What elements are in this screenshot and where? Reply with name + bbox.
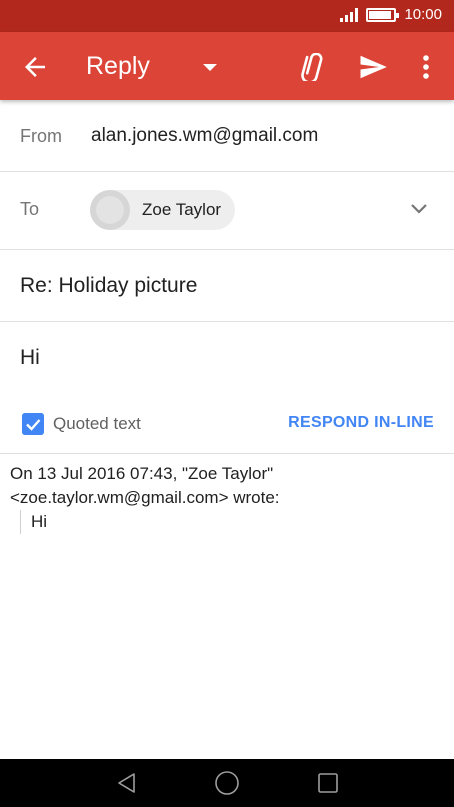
respond-inline-button[interactable]: RESPOND IN-LINE (288, 414, 434, 432)
from-label: From (20, 126, 62, 146)
nav-home-icon[interactable] (214, 770, 240, 796)
page-title: Reply (86, 52, 150, 80)
compose-body[interactable]: Hi (20, 346, 40, 370)
quoted-message: On 13 Jul 2016 07:43, "Zoe Taylor" <zoe.… (10, 462, 280, 534)
app-bar: Reply (0, 32, 454, 100)
recipient-name: Zoe Taylor (142, 200, 222, 219)
from-address[interactable]: alan.jones.wm@gmail.com (91, 125, 318, 147)
chevron-down-icon[interactable] (408, 201, 430, 217)
to-row[interactable]: To Zoe Taylor (0, 172, 454, 250)
status-bar: 10:00 (0, 0, 454, 32)
arrow-back-icon[interactable] (20, 52, 50, 82)
quote-header-line2: <zoe.taylor.wm@gmail.com> wrote: (10, 488, 280, 507)
subject-field[interactable]: Re: Holiday picture (20, 274, 197, 298)
subject-row[interactable]: Re: Holiday picture (0, 250, 454, 322)
status-time: 10:00 (404, 6, 442, 23)
signal-icon (340, 7, 359, 22)
quote-header-line1: On 13 Jul 2016 07:43, "Zoe Taylor" (10, 464, 274, 483)
to-label: To (20, 199, 40, 219)
send-icon[interactable] (356, 52, 390, 82)
from-row: From alan.jones.wm@gmail.com (0, 100, 454, 172)
quoted-text-row: Quoted text RESPOND IN-LINE (0, 400, 454, 454)
battery-icon (366, 7, 400, 22)
more-vert-icon[interactable] (414, 52, 438, 82)
recipient-chip[interactable]: Zoe Taylor (90, 190, 236, 230)
nav-recents-icon[interactable] (316, 771, 340, 795)
status-icons: 10:00 (340, 6, 442, 23)
nav-back-icon[interactable] (115, 771, 139, 795)
quoted-text-checkbox[interactable] (22, 413, 44, 435)
avatar (90, 190, 130, 230)
quote-content: Hi (20, 510, 280, 534)
dropdown-caret-icon[interactable] (199, 58, 221, 76)
nav-bar (0, 759, 454, 807)
paperclip-icon[interactable] (297, 53, 331, 81)
quoted-text-label: Quoted text (53, 414, 141, 433)
